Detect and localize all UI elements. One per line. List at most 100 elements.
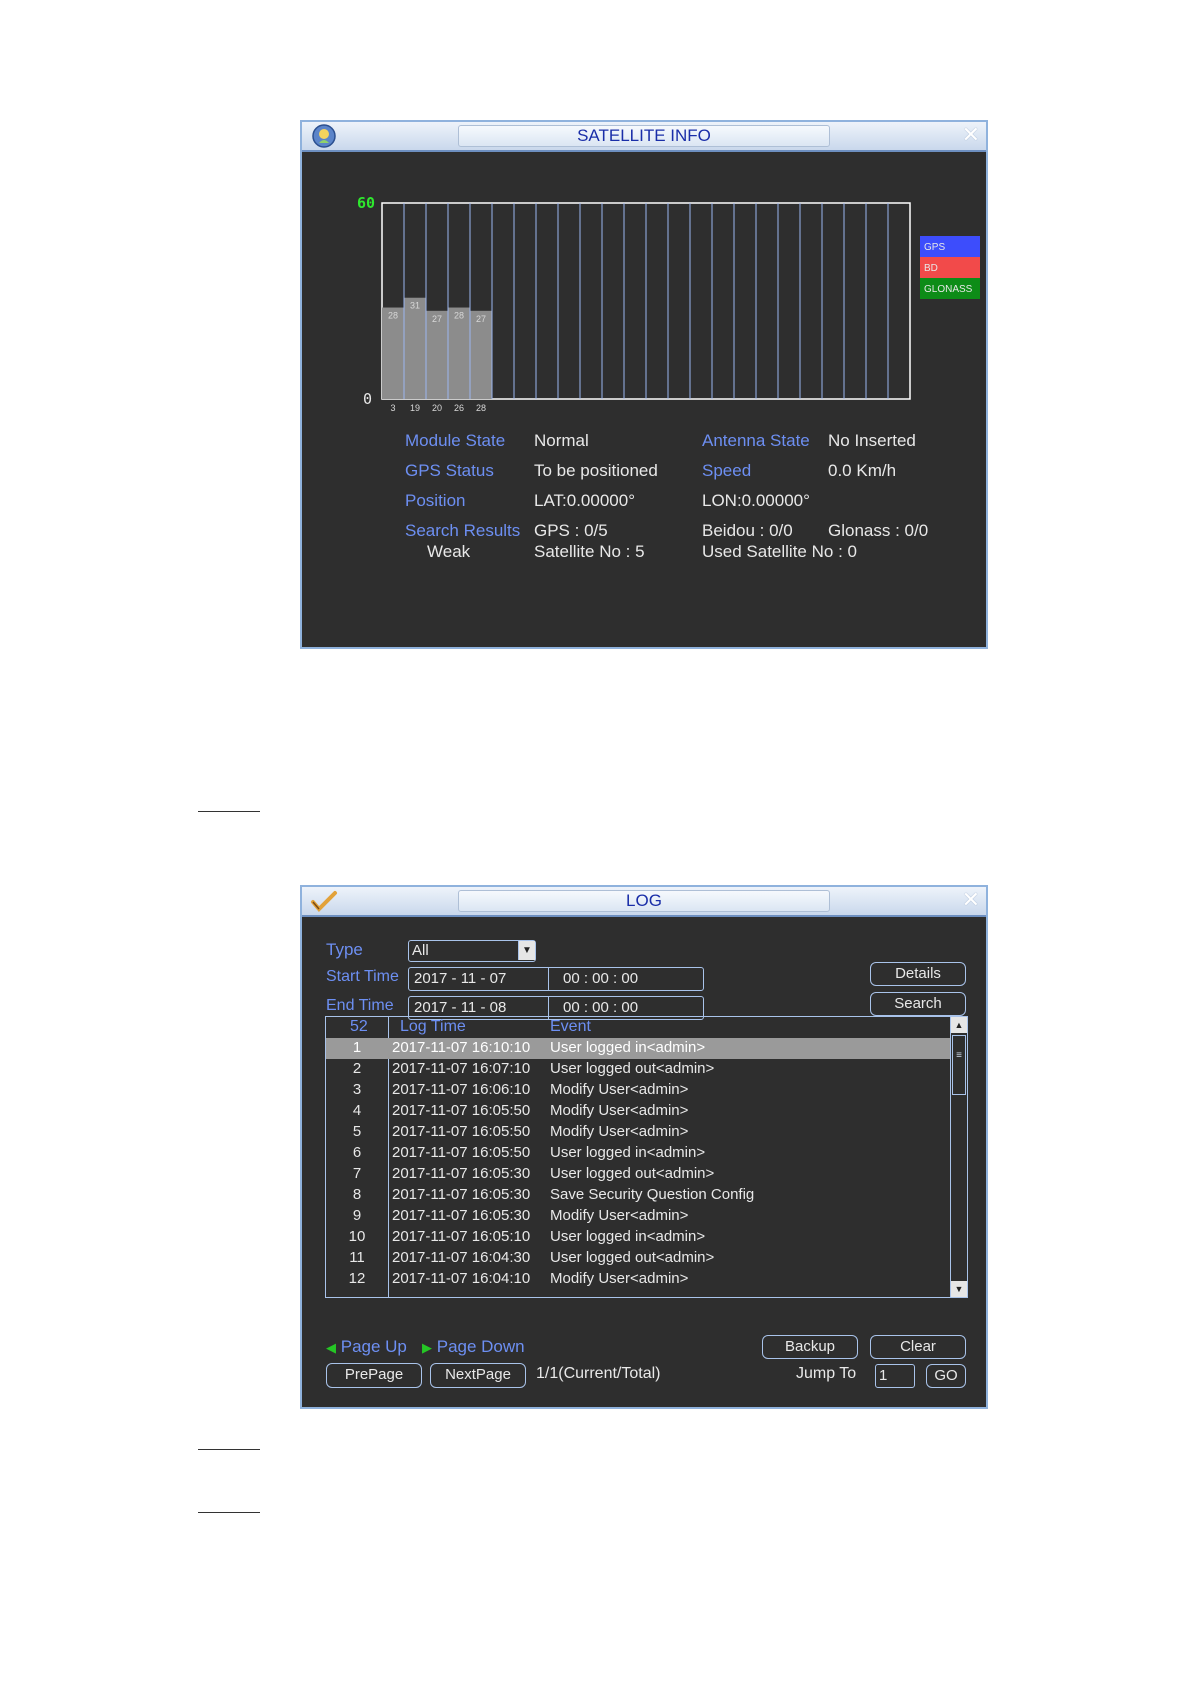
gps-status-value: To be positioned [534,461,658,480]
event-header: Event [550,1018,591,1035]
type-label: Type [326,940,363,959]
close-icon[interactable]: ✕ [962,124,980,146]
table-row[interactable]: 11 2017-11-07 16:04:30 User logged out<adm… [326,1248,951,1269]
page-up-label: Page Up [340,1337,407,1356]
row-log-time: 2017-11-07 16:06:10 [392,1081,531,1098]
bar-value-label: 27 [476,314,486,324]
start-date-value: 2017 - 11 - 07 [414,970,507,987]
nextpage-button[interactable]: NextPage [430,1363,526,1388]
row-event: Modify User<admin> [550,1270,689,1287]
jump-to-input[interactable]: 1 [875,1364,915,1388]
page-up-icon: ◀ [326,1340,336,1355]
type-select[interactable]: All ▼ [408,940,536,962]
table-row[interactable]: 3 2017-11-07 16:06:10 Modify User<admin> [326,1080,951,1101]
scroll-down-icon[interactable]: ▼ [951,1281,967,1297]
row-event: User logged out<admin> [550,1165,715,1182]
signal-strength: Weak [427,542,471,561]
y-min-label: 0 [363,390,372,408]
row-number: 2 [352,1060,362,1077]
row-log-time: 2017-11-07 16:05:30 [392,1165,531,1182]
satellite-id-label: 3 [390,403,395,413]
prepage-button[interactable]: PrePage [326,1363,422,1388]
row-number: 10 [348,1228,366,1245]
longitude-value: LON:0.00000° [702,491,810,510]
row-event: Modify User<admin> [550,1102,689,1119]
end-clock-value: 00 : 00 : 00 [563,999,639,1016]
row-event: Modify User<admin> [550,1081,689,1098]
row-number: 3 [352,1081,362,1098]
bar-value-label: 28 [454,311,464,321]
row-event: Save Security Question Config [550,1186,755,1203]
clear-button[interactable]: Clear [870,1335,966,1359]
antenna-state-value: No Inserted [828,431,916,450]
field-divider [548,968,549,990]
type-select-value: All [412,942,429,959]
table-row[interactable]: 12 2017-11-07 16:04:10 Modify User<admin> [326,1269,951,1290]
legend-label: GPS [924,242,945,253]
scroll-up-icon[interactable]: ▲ [951,1017,967,1033]
table-row[interactable]: 6 2017-11-07 16:05:50 User logged in<admin… [326,1143,951,1164]
row-log-time: 2017-11-07 16:05:30 [392,1186,531,1203]
table-row[interactable]: 1 2017-11-07 16:10:10 User logged in<admin… [326,1038,951,1059]
row-event: User logged in<admin> [550,1228,706,1245]
row-event: User logged in<admin> [550,1039,706,1056]
row-event: User logged out<admin> [550,1249,715,1266]
log-table: 52 Log Time Event 1 2017-11-07 16:10:10 Us… [325,1016,968,1298]
table-row[interactable]: 5 2017-11-07 16:05:50 Modify User<admin> [326,1122,951,1143]
page-down-link[interactable]: ▶ Page Down [422,1337,525,1357]
speed-value: 0.0 Km/h [828,461,897,480]
satellite-app-icon [312,124,336,148]
table-row[interactable]: 4 2017-11-07 16:05:50 Modify User<admin> [326,1101,951,1122]
bar-value-label: 28 [388,311,398,321]
row-event: User logged in<admin> [550,1144,706,1161]
row-number: 11 [349,1249,365,1266]
row-number: 1 [352,1039,362,1056]
log-window: LOG ✕ Type All ▼ Start Time 2017 - 11 - … [300,885,988,1409]
speed-label: Speed [702,461,752,480]
row-count-header: 52 [350,1018,368,1035]
module-state-label: Module State [405,431,506,450]
row-event: Modify User<admin> [550,1207,689,1224]
row-log-time: 2017-11-07 16:05:50 [392,1102,531,1119]
row-number: 6 [352,1144,362,1161]
search-results-label: Search Results [405,521,521,540]
log-time-header: Log Time [400,1018,466,1035]
table-row[interactable]: 10 2017-11-07 16:05:10 User logged in<admi… [326,1227,951,1248]
module-state-value: Normal [534,431,589,450]
details-button[interactable]: Details [870,962,966,986]
start-time-field[interactable]: 2017 - 11 - 07 00 : 00 : 00 [408,967,704,991]
row-log-time: 2017-11-07 16:05:10 [392,1228,531,1245]
search-button[interactable]: Search [870,992,966,1016]
beidou-result: Beidou : 0/0 [702,521,793,540]
window-title: SATELLITE INFO [458,125,830,147]
table-row[interactable]: 8 2017-11-07 16:05:30 Save Security Questi… [326,1185,951,1206]
antenna-state-label: Antenna State [702,431,810,450]
row-log-time: 2017-11-07 16:05:50 [392,1144,531,1161]
chevron-down-icon[interactable]: ▼ [518,941,535,960]
row-number: 7 [352,1165,362,1182]
signal-bar [470,310,492,399]
signal-bar [382,307,404,399]
backup-button[interactable]: Backup [762,1335,858,1359]
log-app-icon [311,891,337,912]
legend-label: GLONASS [924,284,973,295]
row-log-time: 2017-11-07 16:04:10 [392,1270,531,1287]
row-log-time: 2017-11-07 16:04:30 [392,1249,531,1266]
window-title: LOG [458,890,830,912]
table-row[interactable]: 7 2017-11-07 16:05:30 User logged out<admi… [326,1164,951,1185]
close-icon[interactable]: ✕ [962,889,980,911]
page-up-link[interactable]: ◀ Page Up [326,1337,407,1357]
page-down-label: Page Down [436,1337,525,1356]
scroll-thumb[interactable]: ≡ [952,1035,966,1095]
table-header: 52 Log Time Event [326,1017,951,1039]
table-row[interactable]: 9 2017-11-07 16:05:30 Modify User<admin> [326,1206,951,1227]
divider-line [198,1512,260,1513]
bar-value-label: 31 [410,301,420,311]
row-number: 8 [352,1186,362,1203]
go-button[interactable]: GO [926,1364,966,1388]
row-number: 12 [348,1270,366,1287]
satellite-number: Satellite No : 5 [534,542,645,561]
table-row[interactable]: 2 2017-11-07 16:07:10 User logged out<admi… [326,1059,951,1080]
row-event: Modify User<admin> [550,1123,689,1140]
scrollbar[interactable]: ▲ ≡ ▼ [950,1017,967,1297]
